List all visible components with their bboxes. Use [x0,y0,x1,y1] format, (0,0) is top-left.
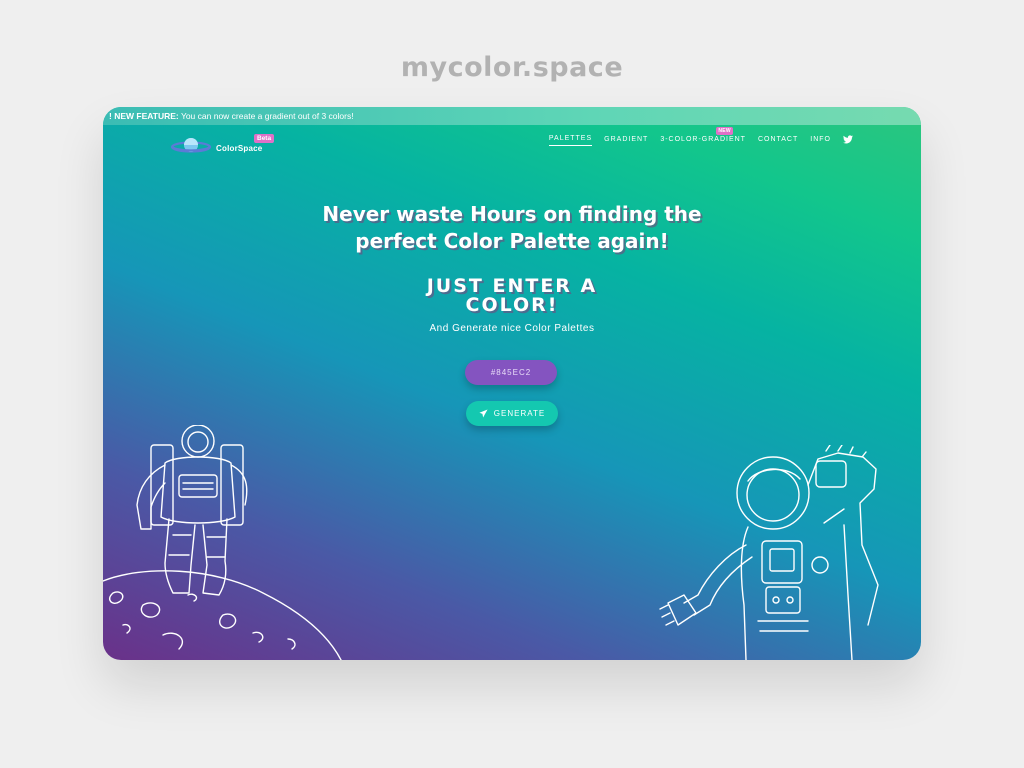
hero-tagline: And Generate nice Color Palettes [429,323,595,334]
beta-badge: Beta [254,134,275,143]
astronaut-illustration [659,445,879,660]
nav-menu: PALETTES GRADIENT 3-COLOR-GRADIENT NEW C… [537,126,853,146]
subhead-line-2: COLOR! [465,294,559,316]
new-badge: NEW [716,126,733,135]
hero-headline: Never waste Hours on finding the perfect… [103,201,921,255]
hero-subhead: JUST ENTER A COLOR! [103,277,921,315]
paper-plane-icon [479,409,488,418]
logo[interactable]: ColorSpace Beta [171,133,281,159]
nav-item-contact[interactable]: CONTACT [758,136,798,146]
generate-button[interactable]: GENERATE [466,401,558,426]
showcase-title: mycolor.space [400,52,624,83]
astronaut-planet-illustration [103,425,342,660]
nav-item-palettes[interactable]: PALETTES [548,135,593,146]
nav-item-info[interactable]: INFO [810,136,831,146]
banner-feature-label: NEW FEATURE: [114,111,179,121]
banner-message: You can now create a gradient out of 3 c… [178,111,354,121]
twitter-icon[interactable] [843,134,853,144]
planet-logo-icon [171,138,211,153]
top-nav: ColorSpace Beta PALETTES GRADIENT 3-COLO… [103,125,921,165]
headline-line-2: perfect Color Palette again! [355,229,669,253]
generate-label: GENERATE [493,409,546,418]
feature-banner[interactable]: ! NEW FEATURE: You can now create a grad… [103,107,921,125]
browser-frame: ! NEW FEATURE: You can now create a grad… [103,107,921,660]
color-input[interactable] [465,360,557,385]
nav-item-3-color-gradient[interactable]: 3-COLOR-GRADIENT NEW [660,126,746,146]
headline-line-1: Never waste Hours on finding the [322,202,702,226]
nav-item-gradient[interactable]: GRADIENT [604,136,648,146]
nav-item-3-color-gradient-label: 3-COLOR-GRADIENT [660,135,746,143]
brand-name: ColorSpace [216,144,263,153]
